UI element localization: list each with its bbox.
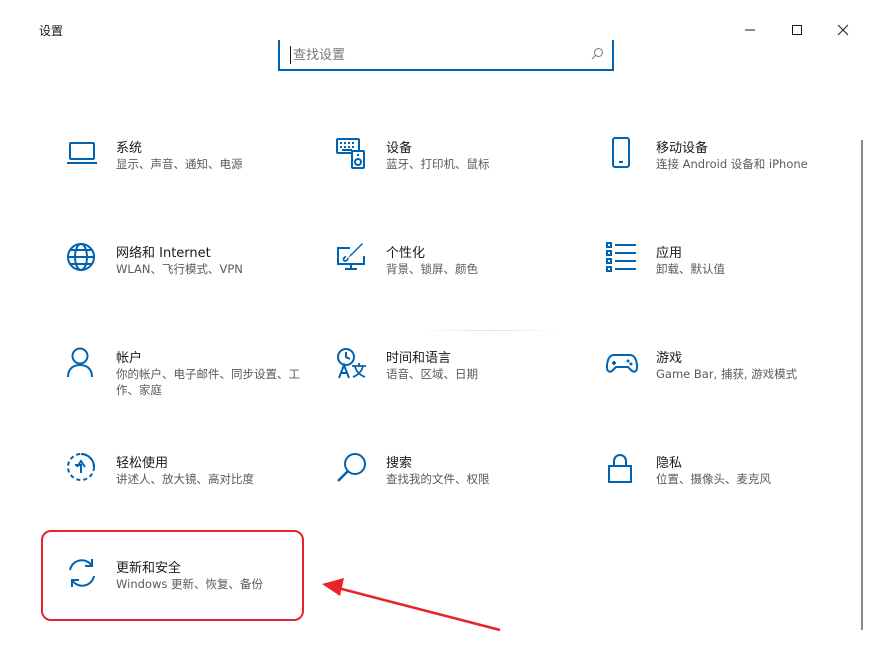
search-input[interactable]: [290, 46, 570, 64]
search-box[interactable]: [278, 40, 614, 71]
tile-name: 时间和语言: [386, 351, 452, 366]
app-list-icon: [606, 242, 638, 274]
tile-name: 网络和 Internet: [116, 246, 211, 261]
tile-name: 设备: [386, 141, 413, 156]
title-bar: 设置: [0, 0, 881, 44]
tile-phone[interactable]: 移动设备 连接 Android 设备和 iPhone: [606, 137, 856, 207]
tile-accounts[interactable]: 帐户 你的帐户、电子邮件、同步设置、工作、家庭: [66, 347, 316, 417]
tile-apps[interactable]: 应用 卸载、默认值: [606, 242, 856, 312]
tile-search[interactable]: 搜索 查找我的文件、权限: [336, 452, 586, 522]
tile-gaming[interactable]: 游戏 Game Bar, 捕获, 游戏模式: [605, 347, 856, 417]
tile-desc: 讲述人、放大镜、高对比度: [116, 472, 254, 486]
tile-desc: 查找我的文件、权限: [386, 472, 490, 486]
close-icon: [837, 24, 849, 36]
minimize-button[interactable]: [732, 14, 768, 46]
globe-icon: [66, 242, 98, 274]
tile-desc: 连接 Android 设备和 iPhone: [656, 157, 808, 171]
scrollbar[interactable]: [861, 140, 863, 630]
tile-ease-of-access[interactable]: 轻松使用 讲述人、放大镜、高对比度: [66, 452, 316, 522]
ease-of-access-icon: [66, 452, 98, 484]
tile-network[interactable]: 网络和 Internet WLAN、飞行模式、VPN: [66, 242, 316, 312]
time-language-icon: [336, 347, 368, 379]
tile-name: 游戏: [656, 351, 683, 366]
divider: [420, 330, 560, 331]
tile-devices[interactable]: 设备 蓝牙、打印机、鼠标: [336, 137, 586, 207]
tile-desc: WLAN、飞行模式、VPN: [116, 262, 243, 276]
person-icon: [66, 347, 98, 379]
tile-desc: 位置、摄像头、麦克风: [656, 472, 771, 486]
tile-name: 个性化: [386, 246, 426, 261]
phone-icon: [606, 137, 638, 169]
lock-icon: [606, 452, 638, 484]
tile-name: 应用: [656, 246, 683, 261]
window-title: 设置: [39, 24, 64, 38]
tile-desc: 蓝牙、打印机、鼠标: [386, 157, 490, 171]
keyboard-speaker-icon: [336, 137, 368, 169]
close-button[interactable]: [825, 14, 861, 46]
tile-time-language[interactable]: 时间和语言 语音、区域、日期: [336, 347, 586, 417]
search-magnifier-icon: [336, 452, 368, 484]
tile-privacy[interactable]: 隐私 位置、摄像头、麦克风: [606, 452, 856, 522]
search-icon[interactable]: [591, 47, 604, 60]
paint-monitor-icon: [336, 242, 368, 274]
tile-desc: 语音、区域、日期: [386, 367, 478, 381]
tile-desc: 卸载、默认值: [656, 262, 725, 276]
minimize-icon: [745, 29, 755, 31]
tile-desc: 你的帐户、电子邮件、同步设置、工作、家庭: [116, 367, 300, 397]
tile-name: 隐私: [656, 456, 683, 471]
tile-name: 轻松使用: [116, 456, 169, 471]
tile-personalization[interactable]: 个性化 背景、锁屏、颜色: [336, 242, 586, 312]
laptop-icon: [66, 137, 98, 169]
gamepad-icon: [605, 347, 639, 379]
tile-name: 系统: [116, 141, 143, 156]
tile-system[interactable]: 系统 显示、声音、通知、电源: [66, 137, 316, 207]
tile-name: 帐户: [116, 351, 143, 366]
highlight-box: [41, 530, 304, 621]
tile-name: 搜索: [386, 456, 413, 471]
arrow-annotation: [322, 578, 501, 632]
tile-desc: 显示、声音、通知、电源: [116, 157, 243, 171]
tile-desc: Game Bar, 捕获, 游戏模式: [656, 367, 798, 381]
tile-name: 移动设备: [656, 141, 709, 156]
maximize-button[interactable]: [779, 14, 815, 46]
tile-desc: 背景、锁屏、颜色: [386, 262, 478, 276]
maximize-icon: [792, 25, 802, 35]
